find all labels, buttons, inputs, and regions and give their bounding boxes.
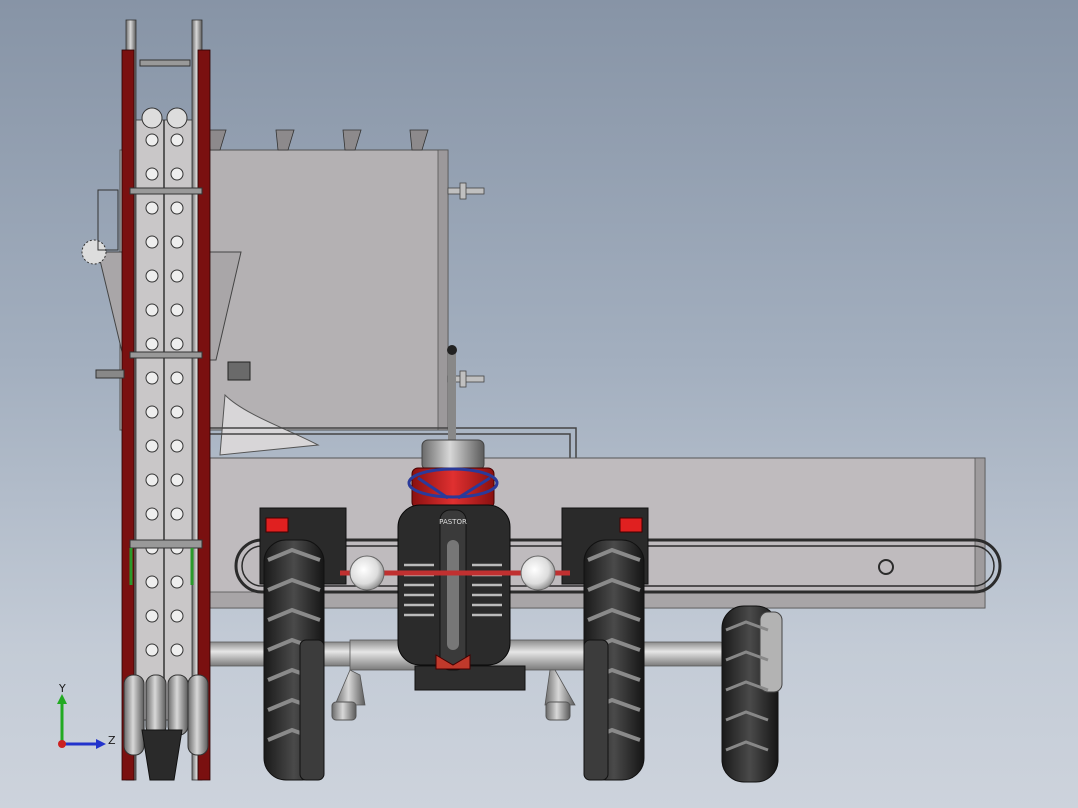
x-axis-dot: [58, 740, 66, 748]
left-rear-wheel: [263, 539, 325, 781]
seed-cup: [145, 235, 159, 249]
seed-cup: [145, 337, 159, 351]
seed-cup: [170, 337, 184, 351]
seed-cup: [170, 507, 184, 521]
seed-cup: [145, 269, 159, 283]
seed-cup: [170, 235, 184, 249]
coordinate-axes-icon[interactable]: Y Z: [48, 682, 118, 752]
z-axis-label: Z: [108, 734, 116, 747]
seed-cup: [170, 439, 184, 453]
z-axis-arrowhead: [96, 739, 106, 749]
seed-cup: [170, 303, 184, 317]
y-axis-label: Y: [58, 682, 66, 695]
seed-cup: [170, 167, 184, 181]
seed-cup: [145, 201, 159, 215]
seed-cup: [170, 371, 184, 385]
seed-cup: [145, 167, 159, 181]
seed-cup: [170, 575, 184, 589]
far-right-wheel: [721, 605, 783, 783]
model-scene[interactable]: PASTOR: [0, 0, 1078, 808]
seed-cup: [145, 133, 159, 147]
y-axis-arrowhead: [57, 694, 67, 704]
seed-cup: [170, 643, 184, 657]
seed-cup: [170, 201, 184, 215]
seed-cup: [170, 405, 184, 419]
seed-cup: [170, 609, 184, 623]
seed-cup: [170, 473, 184, 487]
seed-cup: [170, 269, 184, 283]
seed-cup: [145, 575, 159, 589]
seed-cup: [145, 507, 159, 521]
seed-cup: [145, 643, 159, 657]
hopper-top-brackets: [207, 129, 429, 151]
seed-cup: [145, 405, 159, 419]
seed-cup: [145, 439, 159, 453]
seed-cup: [145, 303, 159, 317]
3d-viewport[interactable]: PASTOR Y Z: [0, 0, 1078, 808]
grille-brand-text: PASTOR: [439, 518, 467, 526]
seed-cup: [145, 371, 159, 385]
right-rear-wheel: [583, 539, 645, 781]
seed-cup: [170, 133, 184, 147]
seed-cup: [145, 473, 159, 487]
seed-cup: [145, 609, 159, 623]
